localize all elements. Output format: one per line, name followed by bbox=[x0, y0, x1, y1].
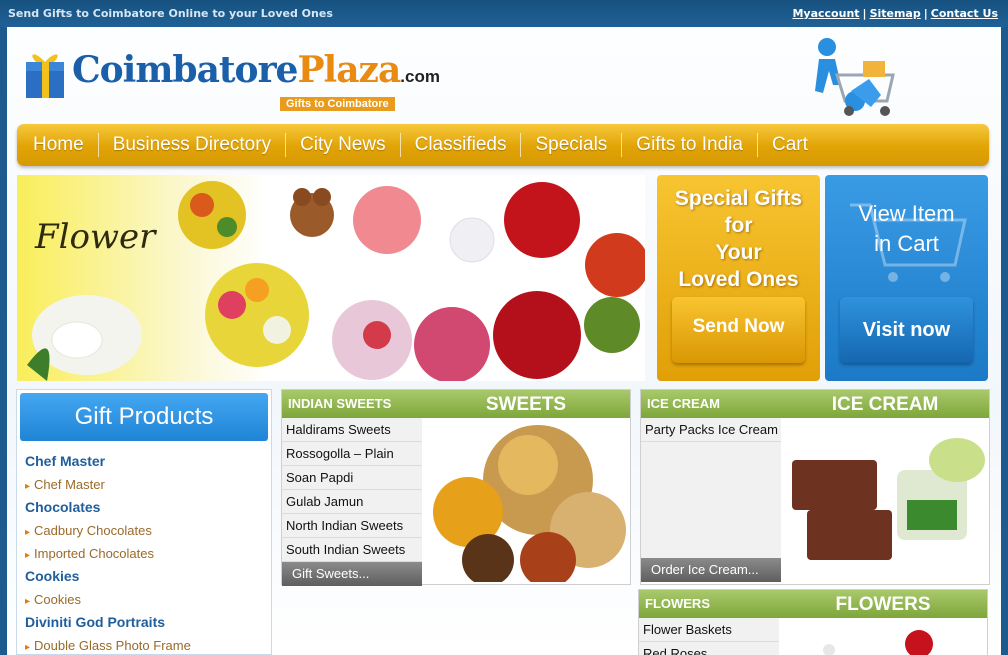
flowers-image bbox=[823, 630, 933, 655]
nav-business-directory[interactable]: Business Directory bbox=[97, 133, 285, 157]
special-gifts-banner[interactable]: Special Gifts for Your Loved Ones Send N… bbox=[657, 175, 820, 381]
flowers-panel-header: FLOWERS bbox=[639, 590, 779, 618]
icecream-panel-header: ICE CREAM bbox=[641, 390, 781, 418]
sweets-list-item[interactable]: Haldirams Sweets bbox=[282, 418, 422, 442]
top-links: Myaccount | Sitemap | Contact Us bbox=[792, 7, 998, 20]
sweets-list-item[interactable]: North Indian Sweets bbox=[282, 514, 422, 538]
icecream-list-item[interactable]: Party Packs Ice Cream bbox=[641, 418, 781, 442]
page-container: CoimbatorePlaza.com Gifts to Coimbatore … bbox=[7, 27, 1001, 655]
flowers-panel: FLOWERS FLOWERS Flower Baskets Red Roses bbox=[638, 589, 988, 655]
contact-us-link[interactable]: Contact Us bbox=[931, 7, 998, 20]
nav-home[interactable]: Home bbox=[17, 133, 98, 157]
nav-specials[interactable]: Specials bbox=[520, 133, 621, 157]
sidebar-subcategory-link[interactable]: Cookies bbox=[25, 588, 265, 611]
top-bar: Send Gifts to Coimbatore Online to your … bbox=[0, 0, 1008, 27]
flowers-list: Flower Baskets Red Roses bbox=[639, 618, 779, 655]
gift-box-icon bbox=[26, 54, 64, 98]
sweets-list-item[interactable]: Rossogolla – Plain bbox=[282, 442, 422, 466]
flowers-list-item[interactable]: Flower Baskets bbox=[639, 618, 779, 642]
sweets-list-item[interactable]: Soan Papdi bbox=[282, 466, 422, 490]
nav-cart[interactable]: Cart bbox=[756, 133, 822, 157]
category-list: Chef MasterChef MasterChocolatesCadbury … bbox=[25, 450, 265, 655]
nav-gifts-to-india[interactable]: Gifts to India bbox=[621, 133, 757, 157]
shopping-cart-figure-icon bbox=[815, 38, 895, 116]
logo-wordmark: CoimbatorePlaza.com bbox=[72, 49, 440, 91]
flower-banner[interactable]: Flower bbox=[17, 175, 645, 381]
sidebar-category[interactable]: Diviniti God Portraits bbox=[25, 611, 265, 634]
view-cart-text: View Item in Cart bbox=[858, 201, 955, 256]
sweets-image bbox=[433, 425, 626, 582]
sweets-panel-title: SWEETS bbox=[422, 390, 630, 418]
sweets-list: Haldirams Sweets Rossogolla – Plain Soan P… bbox=[282, 418, 422, 562]
order-icecream-link[interactable]: Order Ice Cream... bbox=[641, 558, 781, 582]
sidebar-category[interactable]: Chocolates bbox=[25, 496, 265, 519]
special-gifts-text: Special Gifts for Your Loved Ones bbox=[674, 187, 803, 291]
sweets-panel-header: INDIAN SWEETS bbox=[282, 390, 422, 418]
site-tagline: Send Gifts to Coimbatore Online to your … bbox=[8, 7, 333, 20]
nav-classifieds[interactable]: Classifieds bbox=[399, 133, 521, 157]
flowers-list-item[interactable]: Red Roses bbox=[639, 642, 779, 655]
sidebar-subcategory-link[interactable]: Chef Master bbox=[25, 473, 265, 496]
logo-subtitle: Gifts to Coimbatore bbox=[280, 97, 395, 111]
icecream-list: Party Packs Ice Cream bbox=[641, 418, 781, 558]
flower-bouquets-image bbox=[27, 181, 645, 381]
sidebar-category[interactable]: Chef Master bbox=[25, 450, 265, 473]
sitemap-link[interactable]: Sitemap bbox=[870, 7, 921, 20]
site-logo[interactable]: CoimbatorePlaza.com Gifts to Coimbatore bbox=[24, 43, 440, 113]
sidebar-subcategory-link[interactable]: Cadbury Chocolates bbox=[25, 519, 265, 542]
sidebar-subcategory-link[interactable]: Double Glass Photo Frame bbox=[25, 634, 265, 655]
myaccount-link[interactable]: Myaccount bbox=[792, 7, 859, 20]
nav-city-news[interactable]: City News bbox=[285, 133, 400, 157]
flowers-panel-title: FLOWERS bbox=[779, 590, 987, 618]
sweets-list-item[interactable]: Gulab Jamun bbox=[282, 490, 422, 514]
icecream-image bbox=[792, 438, 985, 560]
gift-sweets-link[interactable]: Gift Sweets... bbox=[282, 562, 422, 586]
sweets-list-item[interactable]: South Indian Sweets bbox=[282, 538, 422, 562]
icecream-panel: ICE CREAM ICE CREAM Party Packs Ice Crea… bbox=[640, 389, 990, 585]
view-cart-banner[interactable]: View Item in Cart Visit now bbox=[825, 175, 988, 381]
sweets-panel: INDIAN SWEETS SWEETS Haldirams Sweets Ros… bbox=[281, 389, 631, 586]
icecream-panel-title: ICE CREAM bbox=[781, 390, 989, 418]
gift-products-title: Gift Products bbox=[20, 393, 268, 441]
sidebar-category[interactable]: Cookies bbox=[25, 565, 265, 588]
main-nav: Home Business Directory City News Classi… bbox=[17, 124, 989, 166]
gift-products-sidebar: Gift Products Chef MasterChef MasterChoc… bbox=[16, 389, 272, 655]
sidebar-subcategory-link[interactable]: Imported Chocolates bbox=[25, 542, 265, 565]
send-now-button[interactable]: Send Now bbox=[672, 297, 805, 363]
visit-now-button[interactable]: Visit now bbox=[840, 297, 973, 363]
